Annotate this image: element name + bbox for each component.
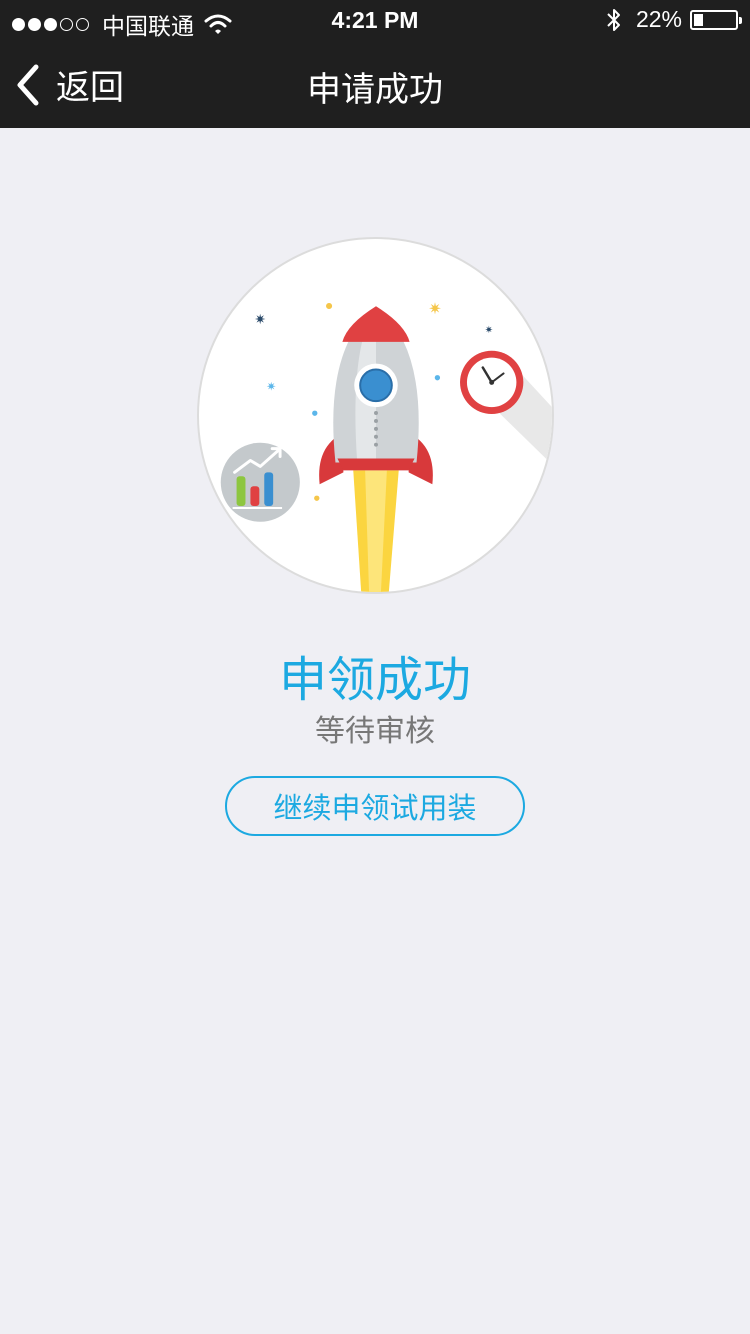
- svg-text:✷: ✷: [428, 299, 441, 318]
- svg-text:●: ●: [314, 494, 320, 502]
- clock-icon: [460, 350, 552, 465]
- status-subtitle: 等待审核: [315, 714, 435, 749]
- svg-text:●: ●: [434, 373, 440, 381]
- rocket-body: [333, 306, 419, 471]
- svg-text:✷: ✷: [266, 379, 276, 393]
- battery-icon: [690, 9, 742, 30]
- rocket-illustration: ✷ ✷ ✷ ✷ ● ● ● ●: [197, 237, 554, 594]
- bar-chart-badge-icon: [220, 442, 300, 522]
- svg-text:●: ●: [312, 409, 318, 417]
- svg-text:●: ●: [326, 301, 333, 310]
- page-title: 申请成功: [307, 70, 443, 110]
- svg-text:✷: ✷: [485, 325, 493, 336]
- rocket-illustration-art: ✷ ✷ ✷ ✷ ● ● ● ●: [220, 299, 552, 592]
- svg-text:✷: ✷: [254, 312, 266, 328]
- rocket-flame: [353, 470, 399, 592]
- status-right: 22%: [606, 6, 742, 33]
- continue-apply-button[interactable]: 继续申领试用装: [225, 776, 525, 836]
- success-headline: 申领成功: [278, 652, 471, 708]
- navigation-bar: 返回 申请成功: [0, 40, 750, 128]
- battery-fill: [694, 13, 703, 26]
- bluetooth-icon: [607, 8, 620, 31]
- battery-percent: 22%: [635, 6, 682, 32]
- status-bar: 中国联通 4:21 PM 22%: [0, 0, 750, 40]
